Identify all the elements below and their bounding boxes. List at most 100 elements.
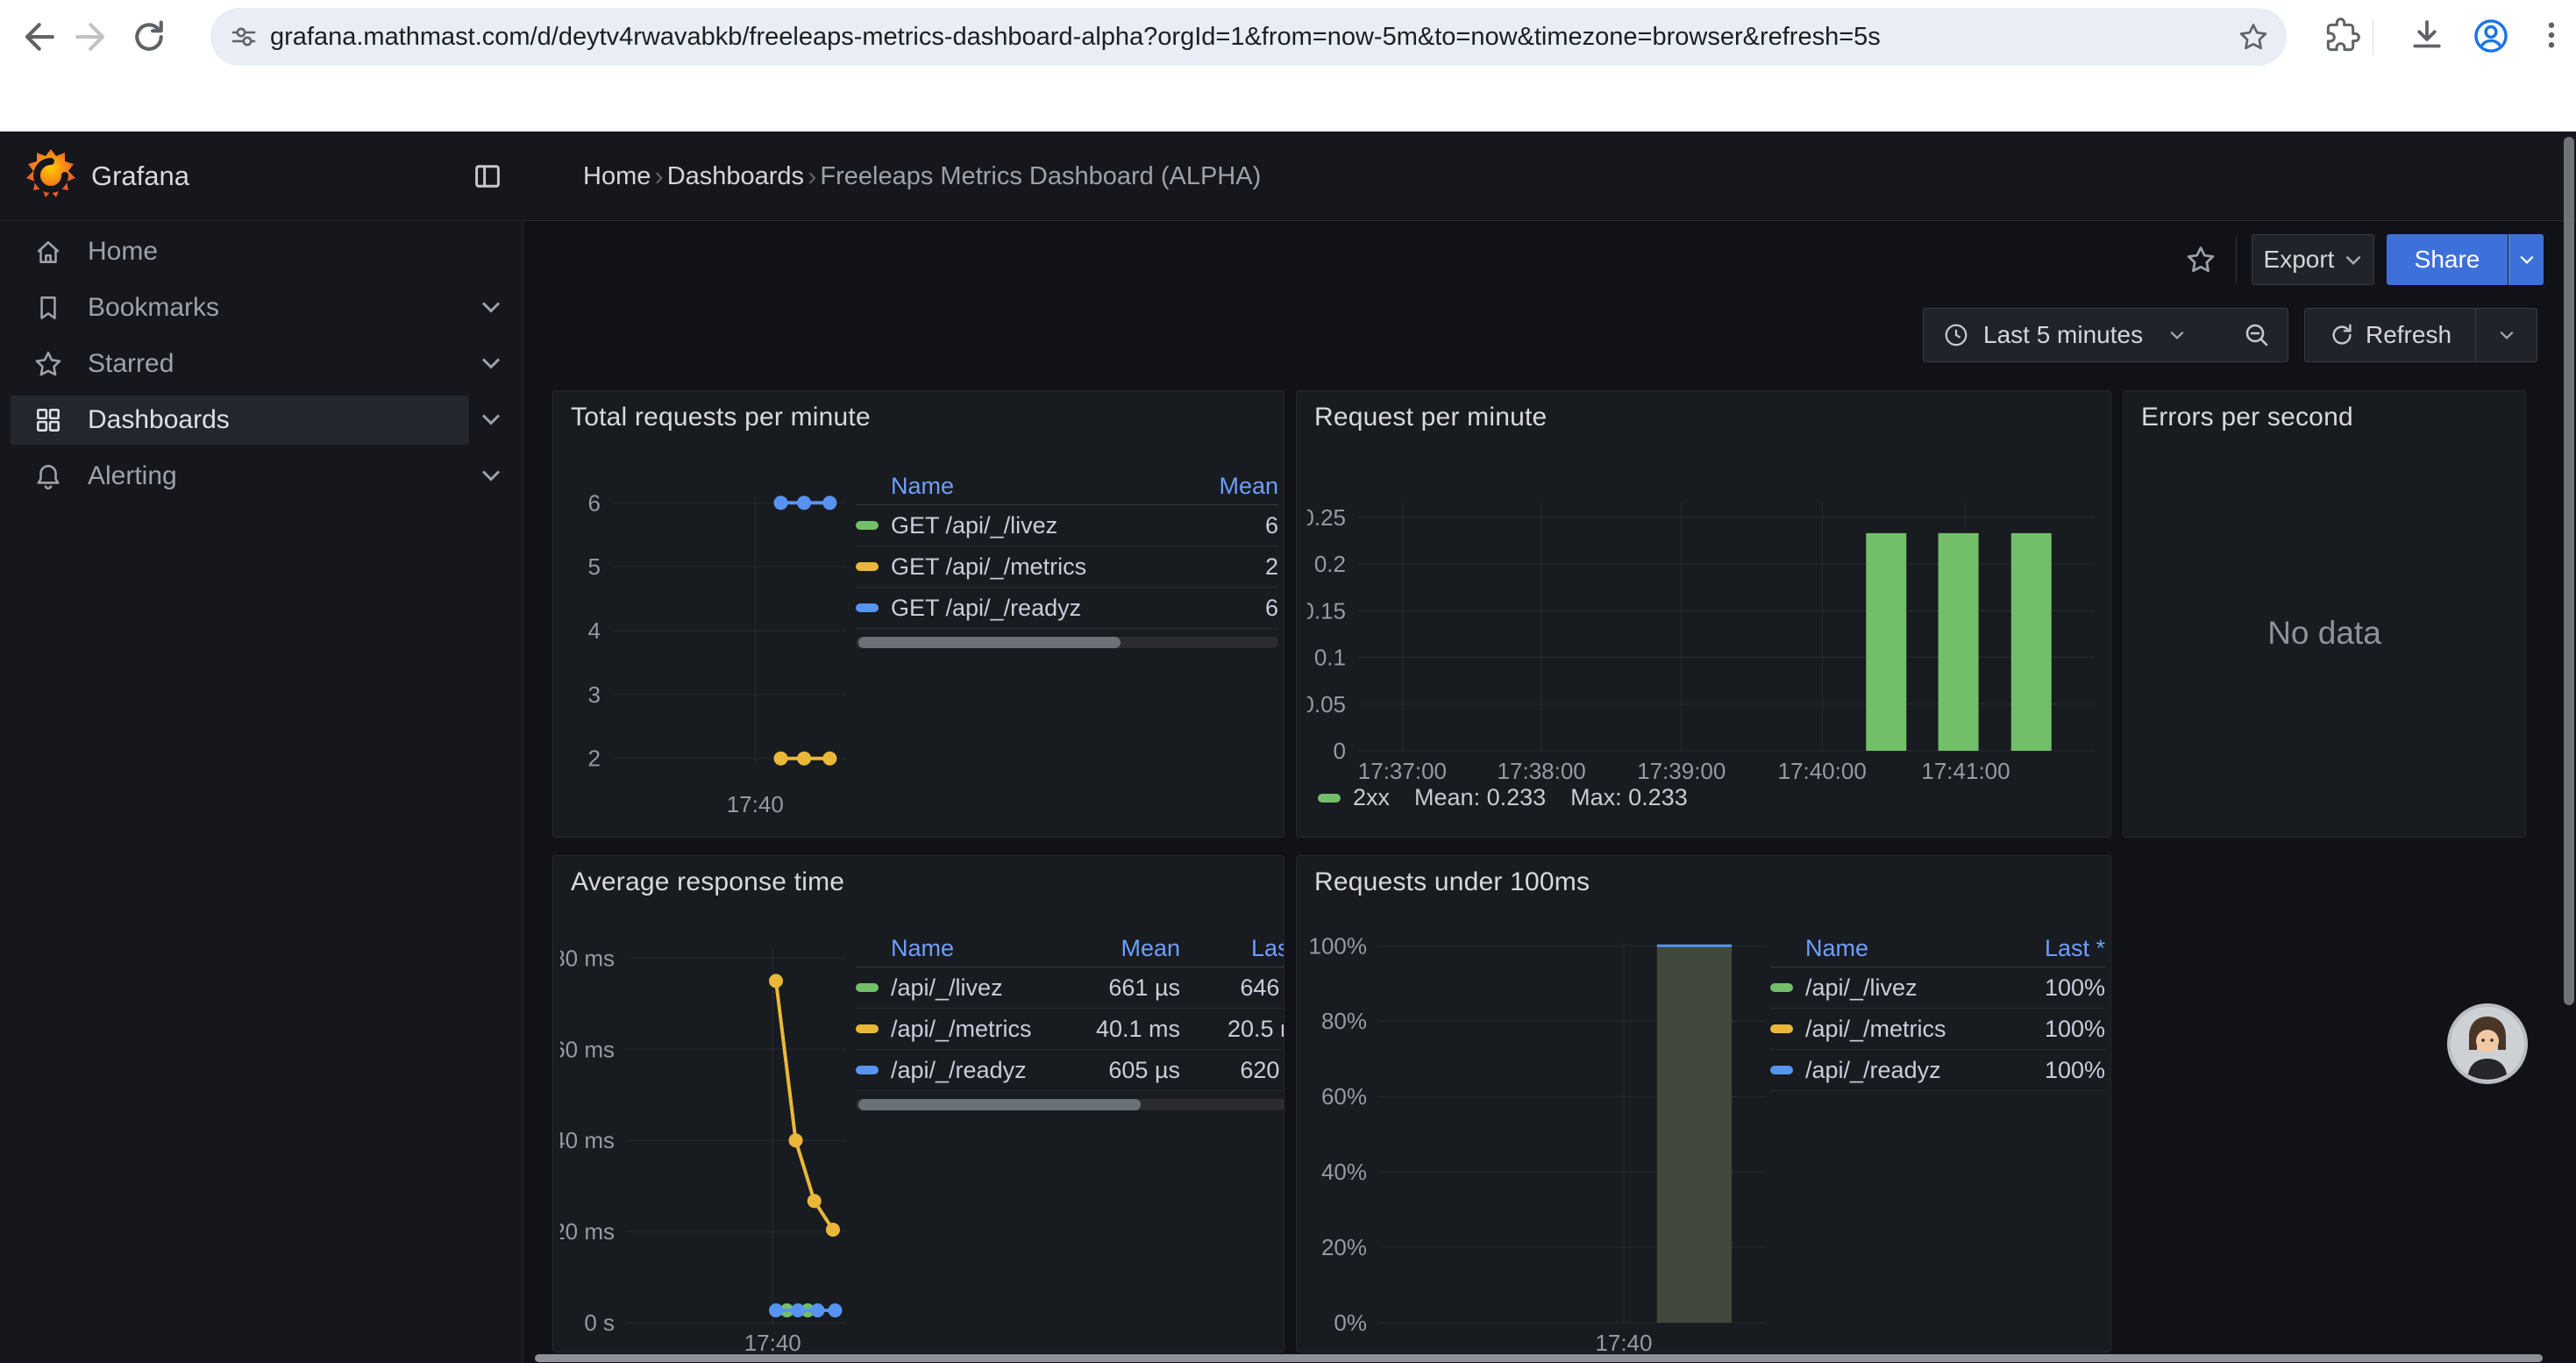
chevron-down-icon[interactable] bbox=[480, 412, 502, 426]
legend-column-header[interactable]: Name bbox=[1770, 935, 2009, 962]
chevron-down-icon[interactable] bbox=[480, 356, 502, 370]
assistant-avatar-bubble[interactable] bbox=[2446, 1003, 2529, 1085]
legend-value: 646 µs bbox=[1180, 974, 1284, 1002]
series-name: /api/_/metrics bbox=[1805, 1016, 1946, 1043]
average-response-time-chart[interactable]: 80 ms60 ms40 ms20 ms0 s17:40 bbox=[560, 935, 853, 1352]
breadcrumb-home[interactable]: Home bbox=[583, 162, 651, 191]
sidebar-item-starred[interactable]: Starred bbox=[11, 339, 469, 389]
svg-text:17:38:00: 17:38:00 bbox=[1498, 758, 1586, 784]
svg-text:5: 5 bbox=[588, 553, 601, 580]
series-color-pill[interactable] bbox=[856, 562, 879, 571]
legend-row[interactable]: /api/_/readyz605 µs620 µs bbox=[856, 1050, 1284, 1091]
forward-icon[interactable] bbox=[74, 18, 112, 56]
requests-under-100ms-chart[interactable]: 100%80%60%40%20%0%17:40 bbox=[1307, 935, 1772, 1352]
url-bar[interactable]: grafana.mathmast.com/d/deytv4rwavabkb/fr… bbox=[210, 8, 2287, 66]
svg-text:17:41:00: 17:41:00 bbox=[1921, 758, 2010, 784]
browser-menu-icon[interactable] bbox=[2534, 18, 2569, 53]
sidebar-item-home[interactable]: Home bbox=[11, 227, 469, 276]
legend-column-header[interactable]: Last * bbox=[2009, 935, 2105, 962]
total-requests-chart[interactable]: 6543217:40 bbox=[560, 475, 853, 826]
url-text[interactable]: grafana.mathmast.com/d/deytv4rwavabkb/fr… bbox=[270, 23, 2238, 52]
series-name: 2xx bbox=[1353, 784, 1390, 811]
series-color-pill[interactable] bbox=[1770, 1024, 1793, 1033]
panel-title[interactable]: Average response time bbox=[571, 867, 844, 897]
sidebar-item-label: Bookmarks bbox=[88, 293, 219, 323]
bookmarks-bar: Freeleaps 收藏博客 bbox=[0, 74, 2576, 132]
chevron-down-icon bbox=[2169, 330, 2185, 340]
panel-title[interactable]: Errors per second bbox=[2141, 403, 2353, 432]
legend-row[interactable]: GET /api/_/livez6 bbox=[856, 505, 1278, 546]
profile-icon[interactable] bbox=[2473, 18, 2509, 54]
request-per-minute-chart[interactable]: 0.250.20.150.10.05017:37:0017:38:0017:39… bbox=[1307, 488, 2102, 795]
sidebar-item-label: Home bbox=[88, 237, 158, 267]
legend-column-header[interactable]: Mean bbox=[1084, 935, 1180, 962]
share-button[interactable]: Share bbox=[2387, 234, 2508, 285]
favorite-star-icon[interactable] bbox=[2185, 244, 2217, 275]
brand-name[interactable]: Grafana bbox=[91, 161, 189, 192]
grafana-logo[interactable] bbox=[23, 147, 79, 203]
share-dropdown-button[interactable] bbox=[2508, 234, 2544, 285]
time-range-picker[interactable]: Last 5 minutes bbox=[1923, 308, 2227, 362]
legend-value: 100% bbox=[2009, 1016, 2105, 1043]
legend-row[interactable]: /api/_/metrics 100% bbox=[1770, 1009, 2105, 1050]
chevron-down-icon bbox=[2499, 330, 2515, 340]
download-icon[interactable] bbox=[2409, 18, 2444, 53]
browser-toolbar: grafana.mathmast.com/d/deytv4rwavabkb/fr… bbox=[0, 0, 2576, 74]
legend-row[interactable]: GET /api/_/readyz6 bbox=[856, 588, 1278, 629]
legend-scrollbar[interactable] bbox=[856, 637, 1278, 648]
legend-row[interactable]: /api/_/readyz100% bbox=[1770, 1050, 2105, 1091]
vertical-scrollbar[interactable] bbox=[2564, 133, 2574, 1363]
breadcrumb-dashboards[interactable]: Dashboards bbox=[667, 162, 804, 191]
series-color-pill[interactable] bbox=[1770, 983, 1793, 992]
series-color-pill[interactable] bbox=[856, 1066, 879, 1074]
zoom-out-button[interactable] bbox=[2226, 308, 2288, 362]
refresh-label: Refresh bbox=[2366, 321, 2451, 349]
series-color-pill[interactable] bbox=[856, 1024, 879, 1033]
refresh-button[interactable]: Refresh bbox=[2304, 308, 2476, 362]
panel-title[interactable]: Total requests per minute bbox=[571, 403, 871, 432]
svg-text:80 ms: 80 ms bbox=[560, 945, 615, 971]
series-color-pill[interactable] bbox=[1770, 1066, 1793, 1074]
legend-column-header[interactable]: Mean bbox=[1173, 473, 1278, 500]
svg-text:20%: 20% bbox=[1321, 1234, 1367, 1260]
legend-value: 2 bbox=[1173, 553, 1278, 581]
panel-title[interactable]: Request per minute bbox=[1314, 403, 1547, 432]
chevron-down-icon[interactable] bbox=[480, 300, 502, 314]
star-icon bbox=[33, 349, 63, 379]
series-color-pill[interactable] bbox=[856, 983, 879, 992]
no-data-message: No data bbox=[2124, 615, 2525, 652]
export-button[interactable]: Export bbox=[2252, 234, 2374, 285]
svg-text:0.15: 0.15 bbox=[1307, 597, 1346, 624]
panel-errors-per-second: Errors per second No data bbox=[2123, 390, 2526, 838]
legend-row[interactable]: /api/_/metrics40.1 ms20.5 ms bbox=[856, 1009, 1284, 1050]
reload-icon[interactable] bbox=[130, 18, 168, 56]
sidebar-item-bookmarks[interactable]: Bookmarks bbox=[11, 283, 469, 332]
refresh-interval-dropdown[interactable] bbox=[2475, 308, 2537, 362]
sidebar-item-alerting[interactable]: Alerting bbox=[11, 452, 469, 501]
sidebar-item-label: Dashboards bbox=[88, 405, 230, 435]
legend-inline[interactable]: 2xx Mean: 0.233 Max: 0.233 bbox=[1318, 784, 1688, 811]
legend-scrollbar[interactable] bbox=[856, 1099, 1284, 1110]
legend-column-header[interactable]: Name bbox=[856, 473, 1173, 500]
sidebar-item-dashboards[interactable]: Dashboards bbox=[11, 396, 469, 445]
series-name: /api/_/livez bbox=[891, 974, 1003, 1002]
svg-text:17:40: 17:40 bbox=[1595, 1330, 1652, 1352]
grafana-topnav: Grafana Home › Dashboards › Freeleaps Me… bbox=[0, 132, 2576, 221]
site-settings-icon[interactable] bbox=[230, 23, 258, 51]
extensions-icon[interactable] bbox=[2325, 18, 2360, 53]
chevron-down-icon[interactable] bbox=[480, 468, 502, 482]
svg-text:0.05: 0.05 bbox=[1307, 691, 1346, 717]
legend-row[interactable]: /api/_/livez100% bbox=[1770, 967, 2105, 1009]
horizontal-scrollbar[interactable] bbox=[526, 1354, 2564, 1363]
dock-menu-icon[interactable] bbox=[472, 161, 503, 192]
panel-title[interactable]: Requests under 100ms bbox=[1314, 867, 1590, 897]
series-color-pill[interactable] bbox=[856, 521, 879, 530]
bell-icon bbox=[33, 461, 63, 491]
bookmark-star-icon[interactable] bbox=[2238, 21, 2269, 53]
series-color-pill[interactable] bbox=[856, 603, 879, 612]
legend-row[interactable]: /api/_/livez661 µs646 µs bbox=[856, 967, 1284, 1009]
back-icon[interactable] bbox=[18, 18, 56, 56]
legend-column-header[interactable]: Name bbox=[856, 935, 1084, 962]
legend-row[interactable]: GET /api/_/metrics2 bbox=[856, 546, 1278, 588]
legend-column-header[interactable]: Last * bbox=[1180, 935, 1284, 962]
